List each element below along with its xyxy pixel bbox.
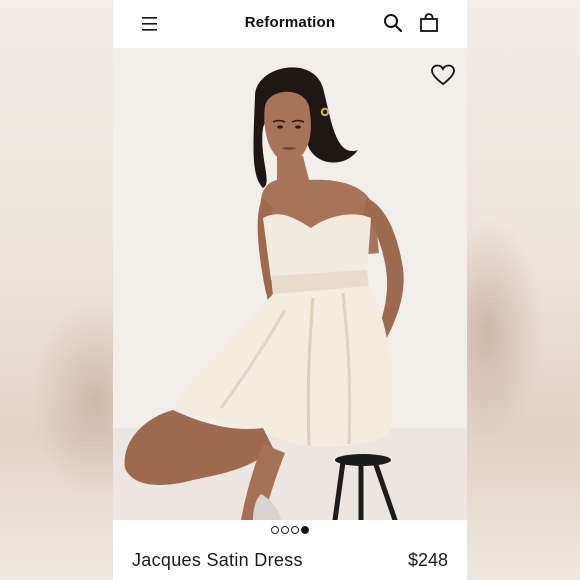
search-icon[interactable]: [383, 13, 403, 33]
carousel-dot-active[interactable]: [301, 526, 309, 534]
carousel-dot[interactable]: [271, 526, 279, 534]
product-name[interactable]: Jacques Satin Dress: [132, 550, 303, 571]
top-navigation-bar: Reformation: [113, 0, 467, 48]
product-price: $248: [407, 550, 448, 570]
product-info-row: Jacques Satin Dress $248: [113, 548, 467, 574]
product-screen: Reformation Jacques Satin Dress $248: [113, 0, 467, 580]
blurred-background-right: [467, 0, 580, 580]
heart-icon[interactable]: [431, 64, 455, 86]
carousel-dot[interactable]: [291, 526, 299, 534]
carousel-indicator: [113, 526, 467, 536]
blurred-background-left: [0, 0, 113, 580]
carousel-dot[interactable]: [281, 526, 289, 534]
shopping-bag-icon[interactable]: [419, 13, 439, 33]
product-image[interactable]: [113, 48, 467, 520]
brand-logo[interactable]: Reformation: [113, 14, 467, 31]
model-photo: [113, 48, 467, 520]
